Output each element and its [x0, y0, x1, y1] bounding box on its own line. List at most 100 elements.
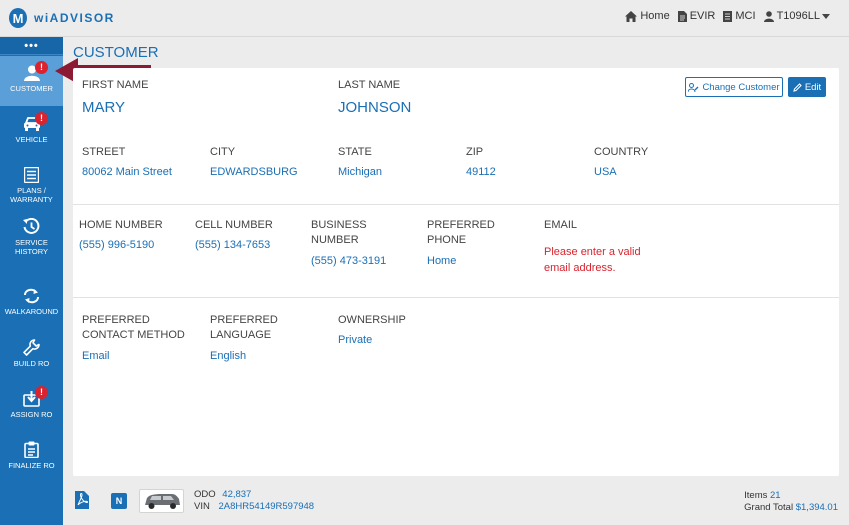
user-id: T1096LL	[776, 10, 820, 22]
sidebar-item-plans-warranty[interactable]: PLANS / WARRANTY	[0, 158, 63, 208]
vehicle-thumbnail	[139, 489, 184, 513]
user-edit-icon	[688, 82, 699, 92]
preferred-phone-value: Home	[427, 255, 457, 267]
user-menu[interactable]: T1096LL	[763, 10, 833, 22]
minivan-icon	[145, 494, 180, 509]
sidebar-item-label: SERVICE HISTORY	[14, 238, 49, 256]
top-nav: Home EVIR MCI T1096LL	[617, 10, 833, 22]
home-icon	[625, 10, 638, 22]
home-number-label: HOME NUMBER	[79, 219, 163, 231]
state-value: Michigan	[338, 166, 383, 178]
business-number-label-line-1: BUSINESS	[311, 219, 367, 231]
alert-badge: !	[35, 112, 48, 125]
country-label: COUNTRY	[594, 146, 649, 158]
first-name-value: MARY	[82, 99, 126, 116]
vehicle-info: ODO 42,837 VIN 2A8HR54149R597948	[194, 489, 314, 513]
change-customer-button[interactable]: Change Customer	[685, 77, 783, 97]
page-title: CUSTOMER	[73, 44, 159, 61]
preferred-contact-label: PREFERRED CONTACT METHOD	[82, 313, 185, 343]
footer-bar: N ODO 42,837 VIN 2A8HR54149R597948 Items…	[63, 483, 849, 525]
grand-total-value: $1,394.01	[795, 502, 838, 513]
email-label: EMAIL	[544, 219, 578, 231]
email-error-line-1: Please enter a valid	[544, 246, 641, 258]
preferred-language-label: PREFERRED LANGUAGE	[210, 313, 278, 343]
sidebar-item-vehicle[interactable]: VEHICLE !	[0, 107, 63, 157]
preferred-phone-label-line-1: PREFERRED	[427, 219, 495, 231]
edit-button[interactable]: Edit	[788, 77, 826, 97]
evir-label: EVIR	[689, 10, 716, 22]
items-count: 21	[770, 490, 781, 501]
alert-badge: !	[35, 61, 48, 74]
n-badge[interactable]: N	[111, 493, 127, 509]
sidebar-item-label: BUILD RO	[13, 359, 50, 368]
items-label: Items	[744, 490, 768, 501]
business-number-label: BUSINESS NUMBER	[311, 218, 367, 248]
vin-value: 2A8HR54149R597948	[218, 501, 315, 512]
preferred-language-value: English	[210, 350, 247, 362]
sidebar-item-assign-ro[interactable]: ASSIGN RO !	[0, 381, 63, 431]
sidebar-item-label: VEHICLE	[15, 135, 48, 144]
customer-card: Change Customer Edit FIRST NAME MARY LAS…	[73, 68, 839, 476]
refresh-icon	[24, 288, 39, 304]
preferred-contact-value: Email	[82, 350, 110, 362]
preferred-language-label-line-2: LANGUAGE	[210, 329, 272, 341]
preferred-language-label-line-1: PREFERRED	[210, 314, 278, 326]
home-number-value: (555) 996-5190	[79, 239, 155, 251]
preferred-phone-label-line-2: PHONE	[427, 234, 467, 246]
sidebar-item-label: FINALIZE RO	[8, 461, 55, 470]
last-name-label: LAST NAME	[338, 79, 401, 91]
alert-badge: !	[35, 386, 48, 399]
preferred-contact-label-line-2: CONTACT METHOD	[82, 329, 185, 341]
brand-logo-icon: M	[9, 8, 27, 28]
ownership-label: OWNERSHIP	[338, 314, 406, 326]
sidebar-item-build-ro[interactable]: BUILD RO	[0, 330, 63, 380]
sidebar-menu-toggle[interactable]: •••	[0, 37, 63, 55]
history-icon	[23, 218, 40, 234]
last-name-value: JOHNSON	[338, 99, 412, 116]
cell-number-value: (555) 134-7653	[195, 239, 271, 251]
cell-number-label: CELL NUMBER	[195, 219, 273, 231]
first-name-label: FIRST NAME	[82, 79, 149, 91]
sidebar-item-service-history[interactable]: SERVICE HISTORY	[0, 218, 63, 268]
odo-value: 42,837	[222, 489, 252, 500]
wrench-icon	[23, 339, 40, 356]
home-label: Home	[640, 10, 670, 22]
evir-link[interactable]: EVIR	[677, 10, 716, 22]
state-label: STATE	[338, 146, 372, 158]
sidebar-item-label: ASSIGN RO	[10, 410, 53, 419]
vin-label: VIN	[194, 501, 210, 512]
sidebar-item-finalize-ro[interactable]: FINALIZE RO	[0, 432, 63, 482]
app-logo: M wiADVISOR	[9, 8, 115, 28]
order-totals: Items 21 Grand Total $1,394.01	[744, 490, 838, 514]
street-value: 80062 Main Street	[82, 166, 172, 178]
street-label: STREET	[82, 146, 126, 158]
sidebar-item-label: PLANS / WARRANTY	[10, 186, 53, 204]
document-icon	[677, 10, 687, 22]
grand-total-label: Grand Total	[744, 502, 794, 513]
email-error-message: Please enter a valid email address.	[544, 244, 654, 276]
ownership-value: Private	[338, 334, 373, 346]
zip-label: ZIP	[466, 146, 484, 158]
city-value: EDWARDSBURG	[210, 166, 298, 178]
sidebar-item-label: WALKAROUND	[4, 307, 59, 316]
sidebar-item-customer[interactable]: CUSTOMER !	[0, 56, 63, 106]
report-icon	[723, 10, 733, 22]
home-link[interactable]: Home	[625, 10, 670, 22]
divider	[73, 297, 839, 298]
sidebar-item-walkaround[interactable]: WALKAROUND	[0, 279, 63, 329]
pdf-icon[interactable]	[75, 491, 89, 509]
mci-link[interactable]: MCI	[723, 10, 756, 22]
divider	[73, 204, 839, 205]
email-error-line-2: email address.	[544, 262, 616, 274]
sidebar-item-label: CUSTOMER	[10, 84, 53, 93]
list-icon	[24, 167, 39, 183]
app-name: wiADVISOR	[34, 11, 115, 25]
zip-value: 49112	[466, 166, 496, 178]
user-icon	[763, 10, 774, 22]
odo-label: ODO	[194, 489, 216, 500]
change-customer-label: Change Customer	[702, 81, 780, 93]
clipboard-icon	[24, 441, 39, 458]
preferred-contact-label-line-1: PREFERRED	[82, 314, 150, 326]
mci-label: MCI	[735, 10, 756, 22]
caret-down-icon	[822, 13, 830, 19]
